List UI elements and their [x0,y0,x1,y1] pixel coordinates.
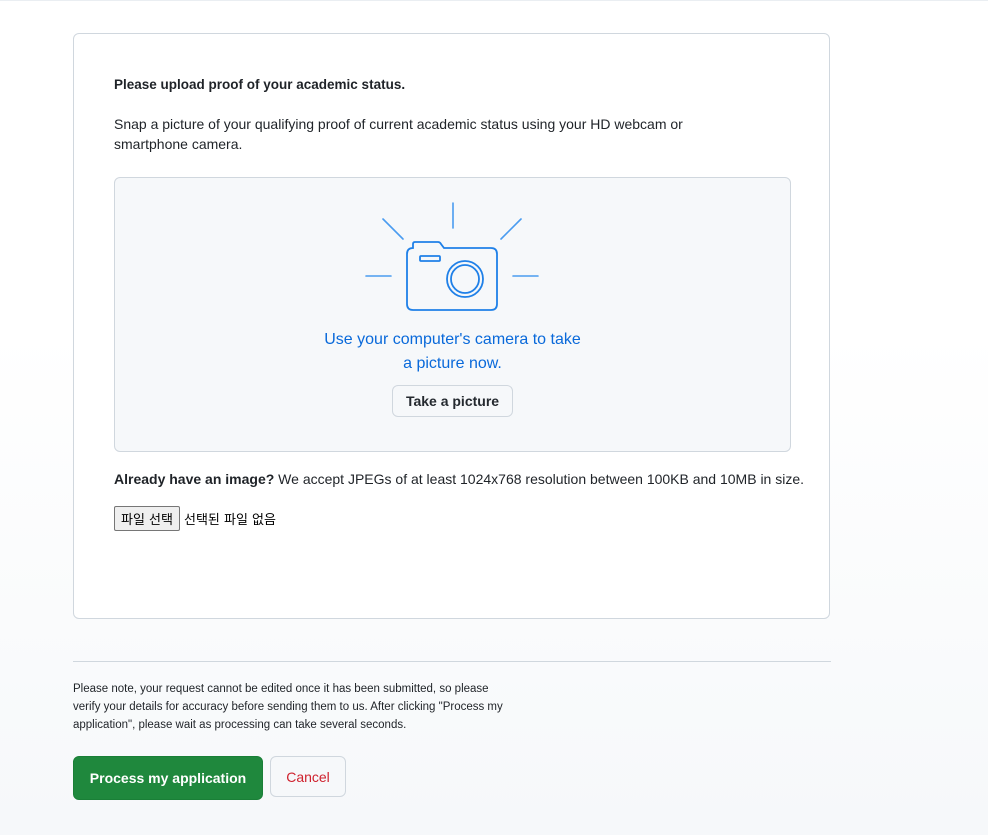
file-status: 선택된 파일 없음 [183,513,276,528]
choose-file-button[interactable]: 파일 선택 [114,506,180,531]
upload-description: Snap a picture of your qualifying proof … [114,116,683,152]
upload-heading: Please upload proof of your academic sta… [114,77,406,92]
camera-capture-area[interactable]: Use your computer's camera to take a pic… [114,177,791,452]
upload-card: Please upload proof of your academic sta… [73,33,830,619]
camera-prompt-line2: a picture now. [403,355,502,372]
top-border [0,0,988,1]
cancel-button[interactable]: Cancel [270,756,346,797]
file-input[interactable]: 파일 선택 선택된 파일 없음 [114,506,276,531]
submission-note: Please note, your request cannot be edit… [73,683,503,731]
footer-divider [73,661,831,662]
camera-icon [365,202,539,311]
accept-info-text: We accept JPEGs of at least 1024x768 res… [274,471,805,487]
camera-prompt: Use your computer's camera to take a pic… [115,328,790,376]
take-picture-button[interactable]: Take a picture [392,385,513,417]
accept-info-bold: Already have an image? [114,471,275,487]
process-application-button[interactable]: Process my application [73,756,263,800]
camera-prompt-line1: Use your computer's camera to take [324,331,581,348]
accept-info: Already have an image? We accept JPEGs o… [114,471,804,487]
